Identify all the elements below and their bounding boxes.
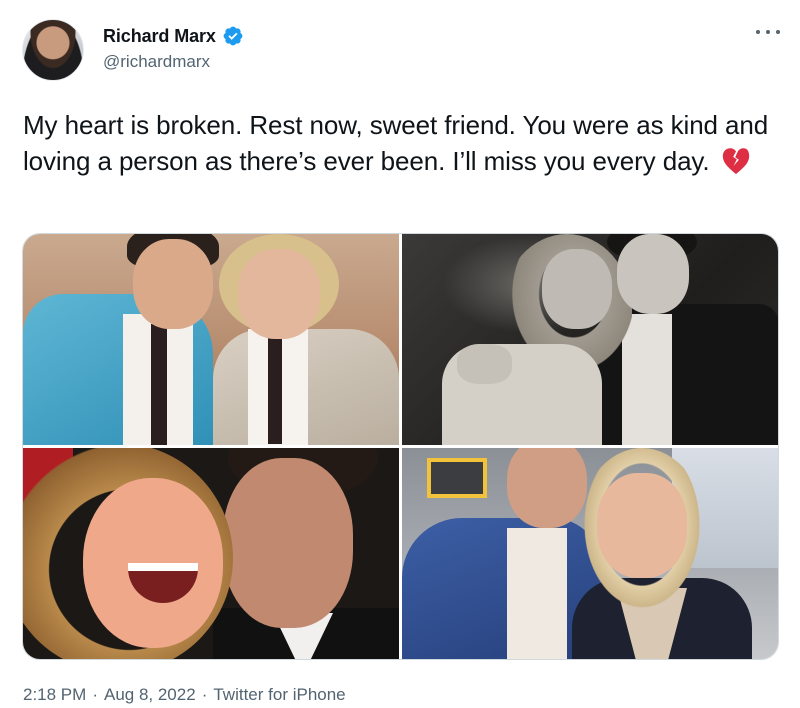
separator: · [201,685,208,704]
tweet-time-link[interactable]: 2:18 PM · Aug 8, 2022 [23,685,196,705]
author-display-name[interactable]: Richard Marx [103,26,216,47]
more-options-icon[interactable] [756,24,780,40]
photo-1[interactable] [23,234,399,445]
tweet-text: My heart is broken. Rest now, sweet frie… [23,107,783,179]
author-name-row: Richard Marx [103,24,244,48]
photo-3[interactable] [23,448,399,659]
photo-4[interactable] [402,448,778,659]
verified-badge-icon [223,26,243,46]
media-grid [22,233,779,660]
author-handle[interactable]: @richardmarx [103,52,210,72]
photo-2[interactable] [402,234,778,445]
tweet-metadata: 2:18 PM · Aug 8, 2022 · Twitter for iPhone [23,685,346,705]
separator: · [92,685,98,704]
tweet-source-link[interactable]: Twitter for iPhone [213,685,345,705]
tweet-time: 2:18 PM [23,685,87,704]
tweet-date: Aug 8, 2022 [103,685,196,704]
tweet-card: Richard Marx @richardmarx My heart is br… [0,0,800,708]
tweet-text-body: My heart is broken. Rest now, sweet frie… [23,110,769,176]
broken-heart-icon [722,148,749,175]
avatar[interactable] [22,19,84,81]
